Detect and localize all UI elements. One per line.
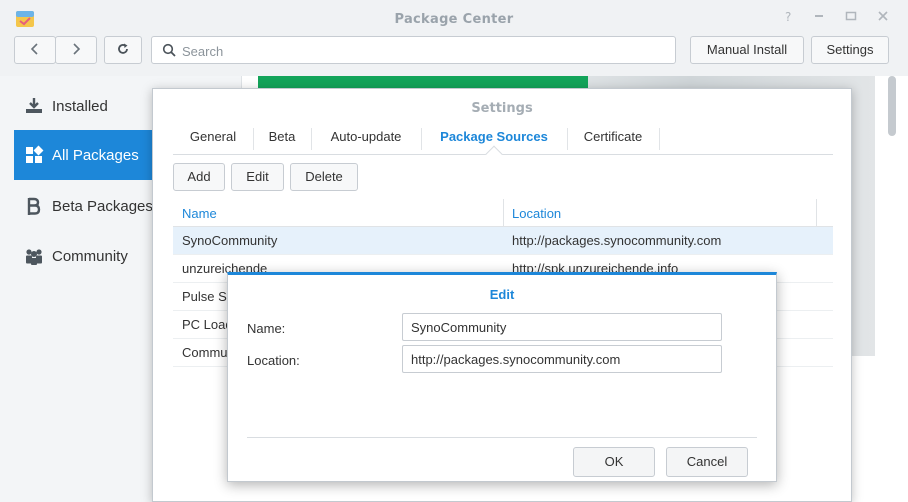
search-placeholder: Search <box>182 44 224 59</box>
name-label: Name: <box>247 321 286 336</box>
tab-beta[interactable]: Beta <box>253 121 311 154</box>
search-icon <box>162 43 176 60</box>
row-name: Pulse St <box>182 289 231 304</box>
settings-dialog-title: Settings <box>471 101 533 116</box>
delete-button[interactable]: Delete <box>290 163 358 191</box>
chevron-left-icon <box>29 42 41 59</box>
sidebar-item-label: Community <box>52 247 128 265</box>
forward-button[interactable] <box>55 36 97 64</box>
title-bar: Package Center ? <box>0 0 908 36</box>
close-icon[interactable] <box>874 9 892 27</box>
edit-dialog-title: Edit <box>489 287 515 302</box>
row-name: PC Load <box>182 317 233 332</box>
edit-dialog-divider <box>247 437 757 438</box>
tab-general[interactable]: General <box>173 121 253 154</box>
sidebar-item-label: Installed <box>52 97 108 115</box>
edit-dialog: Edit Name: Location: OK Cancel <box>227 272 777 482</box>
column-header-name[interactable]: Name <box>182 206 217 221</box>
search-input[interactable]: Search <box>151 36 676 64</box>
name-field[interactable] <box>402 313 722 341</box>
edit-button[interactable]: Edit <box>231 163 284 191</box>
featured-banner-accent <box>258 76 588 88</box>
toolbar: Search Manual Install Settings <box>0 36 908 76</box>
sidebar-item-label: Beta Packages <box>52 197 153 215</box>
svg-text:?: ? <box>785 10 791 23</box>
manual-install-button[interactable]: Manual Install <box>690 36 804 64</box>
settings-button[interactable]: Settings <box>811 36 889 64</box>
row-name: Commu <box>182 345 228 360</box>
location-label: Location: <box>247 353 300 368</box>
row-name: SynoCommunity <box>182 233 278 248</box>
people-icon <box>24 246 44 266</box>
download-tray-icon <box>24 96 44 116</box>
pin-icon[interactable] <box>810 9 828 27</box>
grid-icon <box>24 145 44 165</box>
back-button[interactable] <box>14 36 56 64</box>
refresh-icon <box>116 42 130 59</box>
sidebar-item-label: All Packages <box>52 146 139 164</box>
refresh-button[interactable] <box>104 36 142 64</box>
table-row[interactable]: SynoCommunity http://packages.synocommun… <box>173 227 833 255</box>
add-button[interactable]: Add <box>173 163 225 191</box>
ok-button[interactable]: OK <box>573 447 655 477</box>
tab-certificate[interactable]: Certificate <box>567 121 659 154</box>
grid-header: Name Location <box>173 199 833 227</box>
row-location: http://packages.synocommunity.com <box>512 233 722 248</box>
column-header-location[interactable]: Location <box>512 206 561 221</box>
maximize-icon[interactable] <box>842 9 860 27</box>
chevron-right-icon <box>70 42 82 59</box>
window-title: Package Center <box>394 12 514 27</box>
content-scrollbar[interactable] <box>888 76 896 136</box>
tab-auto-update[interactable]: Auto-update <box>311 121 421 154</box>
location-field[interactable] <box>402 345 722 373</box>
beta-icon <box>24 196 44 216</box>
settings-tabs: General Beta Auto-update Package Sources… <box>173 121 833 163</box>
help-icon[interactable]: ? <box>780 9 798 27</box>
cancel-button[interactable]: Cancel <box>666 447 748 477</box>
